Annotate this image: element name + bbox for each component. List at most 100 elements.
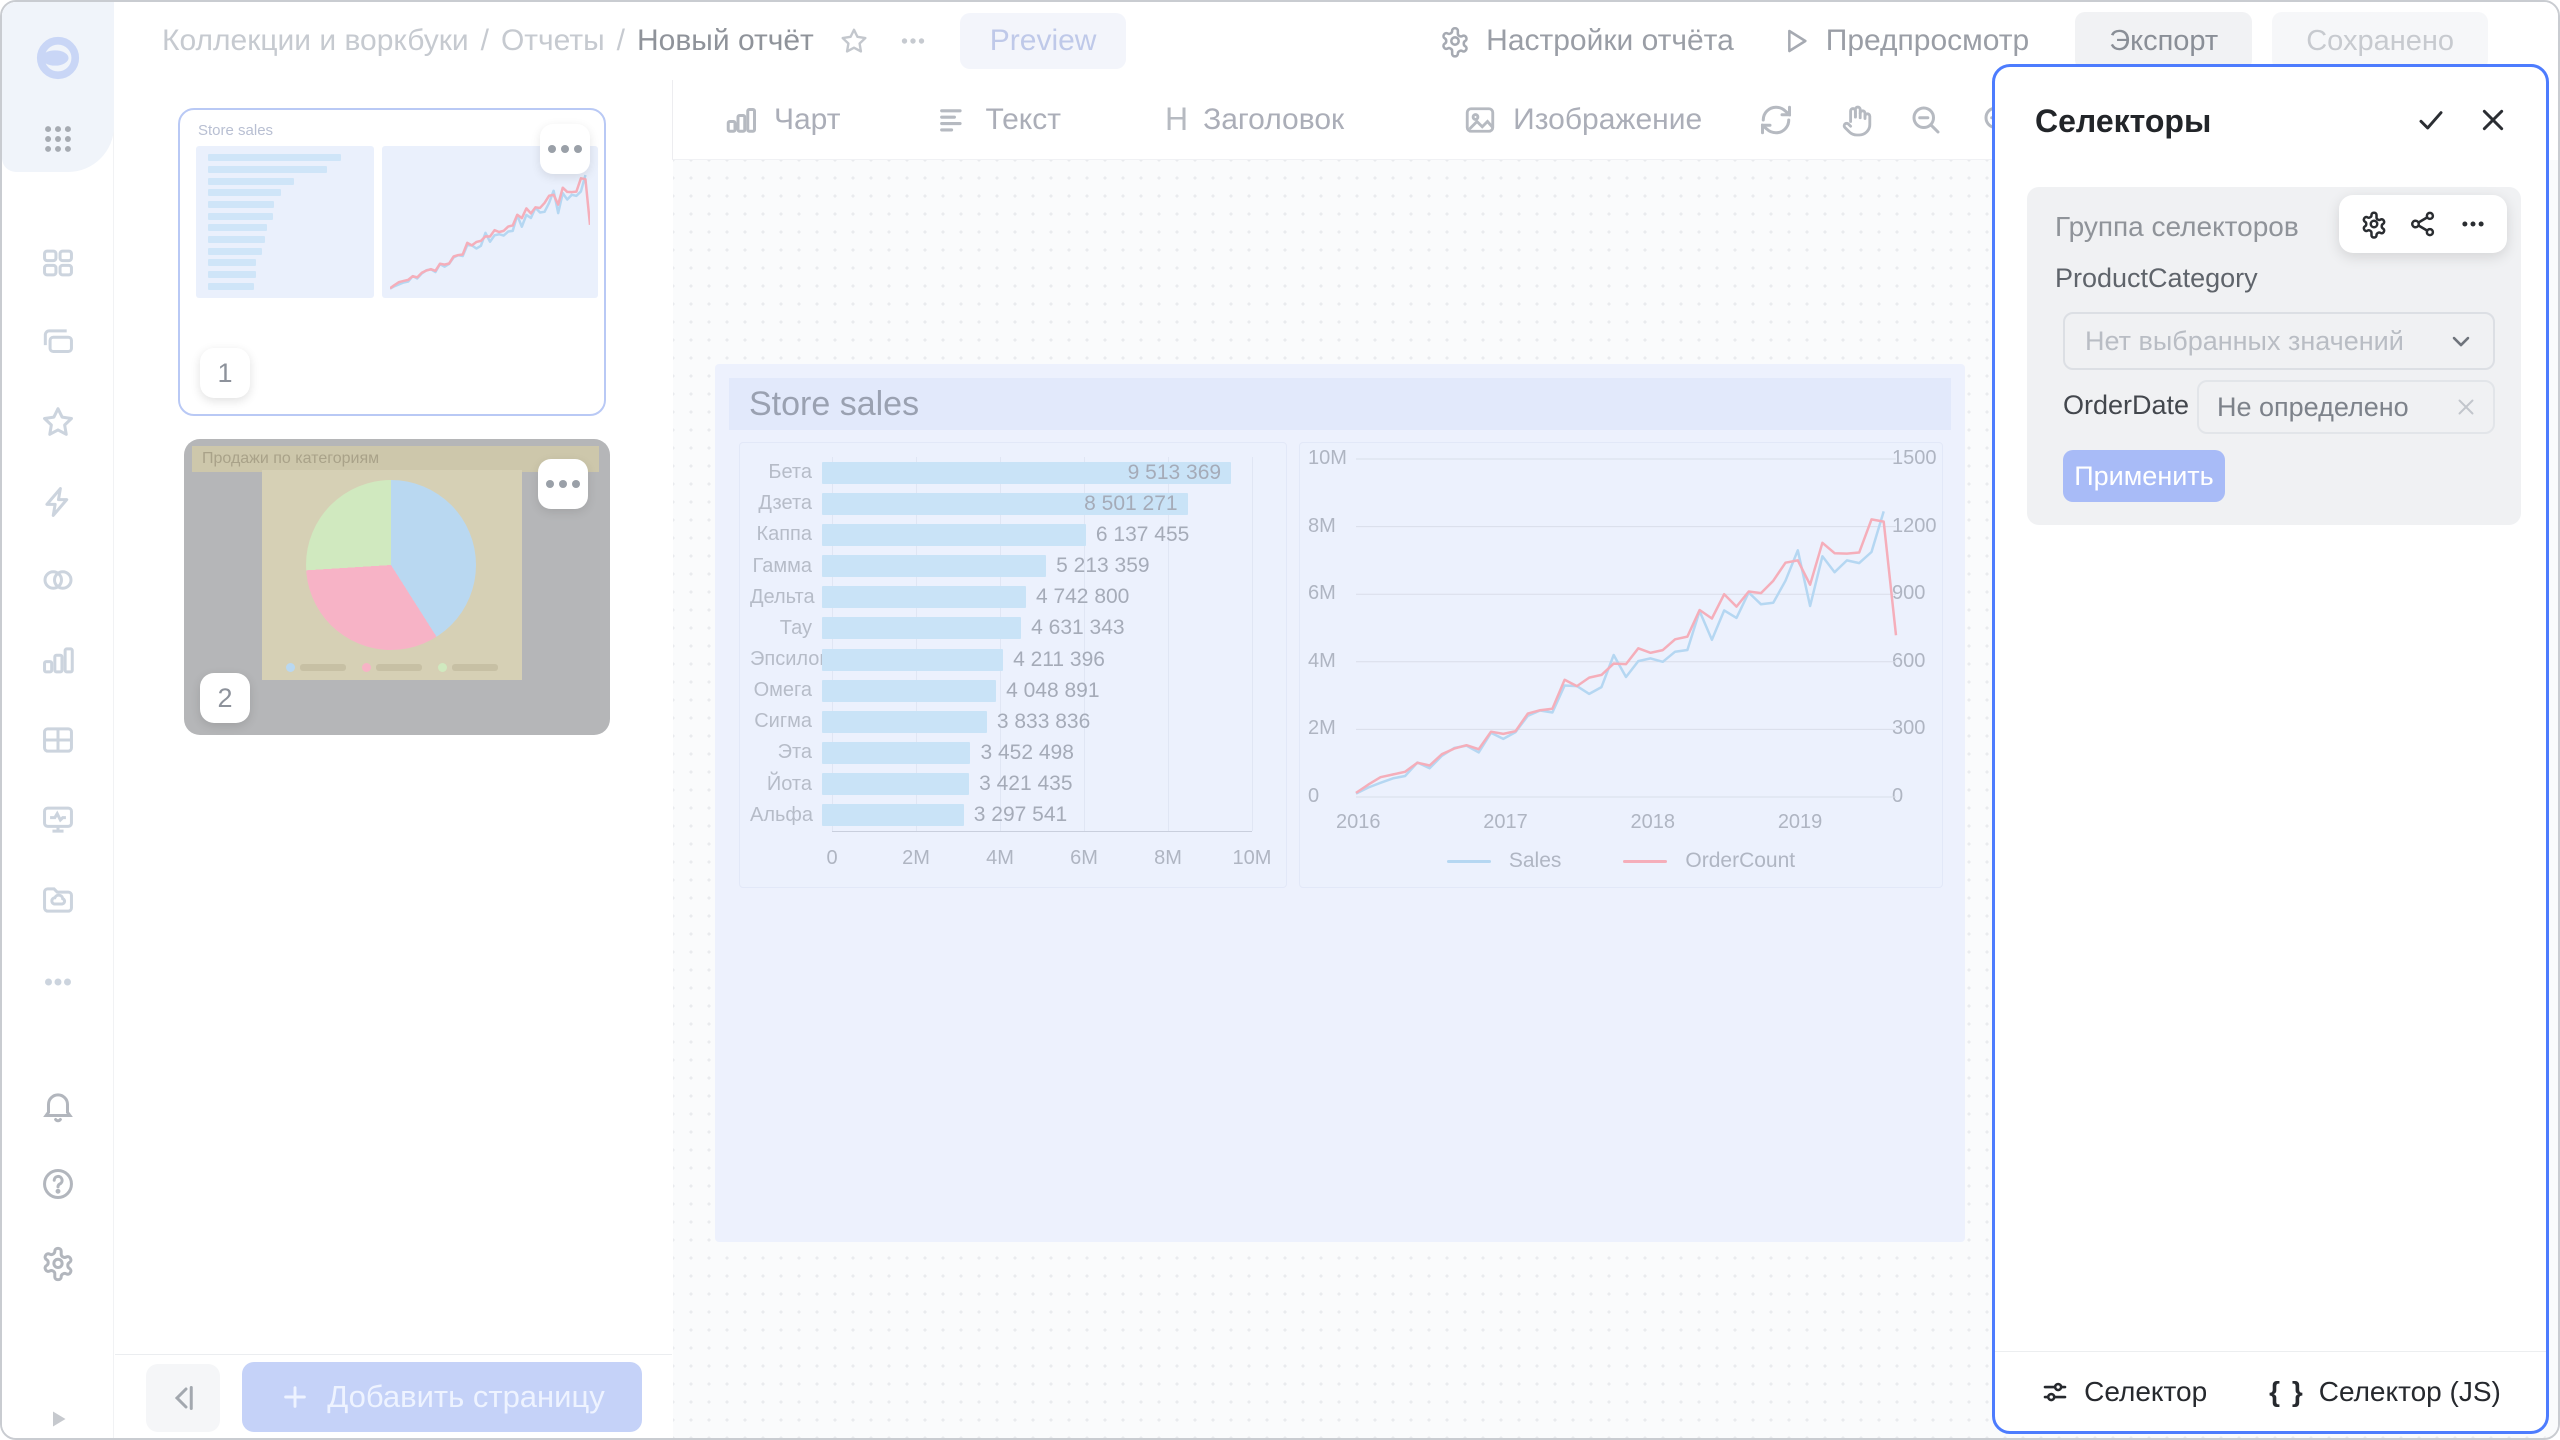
table-icon[interactable] [39, 721, 77, 759]
clear-x-icon[interactable] [2453, 394, 2479, 420]
circles-icon[interactable] [39, 561, 77, 599]
collections-icon[interactable] [39, 323, 77, 361]
bar-track: 3 297 541 [822, 803, 1252, 827]
bar-value-label: 3 421 435 [979, 772, 1073, 796]
bar-track: 4 631 343 [822, 616, 1252, 640]
export-button[interactable]: Экспорт [2075, 12, 2253, 70]
order-date-label: OrderDate [2063, 390, 2190, 420]
collapse-left-icon [174, 1386, 193, 1410]
add-chart-button[interactable]: Чарт [723, 102, 840, 138]
right-tick-label: 900 [1892, 582, 1926, 605]
bar-category-label: Омега [753, 679, 812, 702]
bar-category-label: Альфа [750, 803, 814, 826]
page1-number-badge: 1 [200, 348, 250, 398]
add-selector-button[interactable]: Селектор [2040, 1376, 2207, 1408]
page-thumbnail-1[interactable]: Store sales 1 [178, 108, 606, 416]
bell-icon[interactable] [39, 1087, 77, 1125]
legend-text-placeholder [300, 664, 346, 671]
preview-badge: Preview [959, 13, 1127, 69]
bar-chart-x-ticks: 0 2M 4M 6M 8M 10M [826, 847, 1271, 871]
group-links-button[interactable] [2408, 209, 2438, 239]
right-tick-label: 1500 [1892, 447, 1937, 469]
mini-bar [208, 189, 281, 197]
bar-track: 5 213 359 [822, 554, 1252, 578]
page-thumbnail-2[interactable]: Продажи по категориям 2 [184, 439, 610, 735]
bar-track: 4 742 800 [822, 585, 1252, 609]
hand-tool-button[interactable] [1838, 102, 1874, 138]
dashboards-icon[interactable] [39, 244, 77, 282]
more-icon[interactable] [39, 963, 77, 1001]
saved-button[interactable]: Сохранено [2272, 12, 2488, 70]
pages-footer: Добавить страницу [115, 1354, 672, 1438]
folder-cloud-icon[interactable] [39, 881, 77, 919]
close-icon [2482, 109, 2504, 131]
product-category-select[interactable]: Нет выбранных значений [2063, 312, 2495, 370]
text-icon [936, 103, 970, 137]
report-settings-button[interactable]: Настройки отчёта [1438, 24, 1734, 58]
apps-grid-icon[interactable] [41, 122, 75, 156]
add-text-button[interactable]: Текст [936, 103, 1061, 137]
bar [822, 523, 1086, 546]
bar-value-label: 5 213 359 [1056, 554, 1150, 578]
refresh-button[interactable] [1758, 102, 1794, 138]
right-tick-label: 300 [1892, 717, 1926, 740]
expand-icon[interactable] [43, 1404, 73, 1434]
preview-button[interactable]: Предпросмотр [1780, 24, 2029, 58]
lightning-icon[interactable] [39, 483, 77, 521]
legend-dot [362, 663, 371, 672]
bar-value-label: 9 513 369 [1127, 460, 1222, 484]
add-selector-js-button[interactable]: { } Селектор (JS) [2269, 1376, 2501, 1408]
left-tick-label: 2M [1308, 717, 1336, 740]
right-tick-label: 1200 [1892, 514, 1937, 537]
thumb2-menu-button[interactable] [538, 459, 588, 509]
thumb1-menu-button[interactable] [540, 124, 590, 174]
collapse-pages-button[interactable] [146, 1364, 220, 1432]
sidebar [2, 2, 114, 1438]
breadcrumb-reports[interactable]: Отчеты [501, 24, 605, 58]
breadcrumb-collections[interactable]: Коллекции и воркбуки [162, 24, 469, 58]
group-more-button[interactable] [2458, 209, 2488, 239]
title-more-icon[interactable] [896, 24, 930, 58]
bar-value-label: 3 833 836 [996, 709, 1091, 733]
apply-button[interactable]: Применить [2063, 450, 2225, 502]
ordercount-legend-label: OrderCount [1685, 849, 1796, 872]
order-date-field[interactable]: Не определено [2197, 380, 2495, 434]
legend-dot [286, 663, 295, 672]
add-image-button[interactable]: Изображение [1462, 102, 1702, 138]
gridline [1252, 457, 1253, 831]
charts-icon[interactable] [39, 641, 77, 679]
monitor-icon[interactable] [39, 801, 77, 839]
store-sales-widget[interactable]: Store sales Бета 9 513 369 Дзета 8 501 271 К… [715, 364, 1965, 1242]
bar-category-label: Эта [777, 741, 812, 764]
datalens-logo[interactable] [35, 35, 81, 81]
apply-check-button[interactable] [2408, 97, 2454, 143]
widget-title: Store sales [749, 385, 920, 423]
chart-icon [723, 102, 759, 138]
selector-group-title: Группа селекторов [2055, 211, 2299, 242]
zoom-out-icon[interactable] [1908, 102, 1944, 138]
help-icon[interactable] [39, 1165, 77, 1203]
settings-icon[interactable] [39, 1245, 77, 1283]
legend-text-placeholder [452, 664, 498, 671]
left-tick-label: 0 [1308, 785, 1320, 807]
mini-bar [208, 212, 273, 220]
bar-chart-rows: Бета 9 513 369 Дзета 8 501 271 Каппа 6 137 45… [750, 457, 1252, 831]
product-category-label: ProductCategory [2055, 263, 2258, 293]
star-icon[interactable] [39, 403, 77, 441]
gear-icon [2362, 211, 2385, 239]
legend-dot [438, 663, 447, 672]
select-placeholder: Нет выбранных значений [2085, 325, 2404, 356]
bar-row: Сигма 3 833 836 [750, 710, 1252, 734]
add-page-button[interactable]: Добавить страницу [242, 1362, 642, 1432]
favorite-star-icon[interactable] [838, 25, 870, 57]
bar-row: Тау 4 631 343 [750, 616, 1252, 640]
ellipsis-icon [2461, 221, 2484, 227]
page-title[interactable]: Новый отчёт [637, 24, 814, 58]
close-panel-button[interactable] [2470, 97, 2516, 143]
pie-legend-item [286, 663, 346, 672]
add-heading-button[interactable]: H Заголовок [1165, 101, 1344, 138]
selectors-panel: Селекторы Группа селекторов ProductCateg… [1992, 64, 2549, 1434]
bar-value-label: 8 501 271 [1084, 491, 1178, 515]
selector-group-card[interactable]: Группа селекторов ProductCategory Нет вы… [2027, 187, 2521, 525]
group-settings-button[interactable] [2359, 209, 2389, 239]
